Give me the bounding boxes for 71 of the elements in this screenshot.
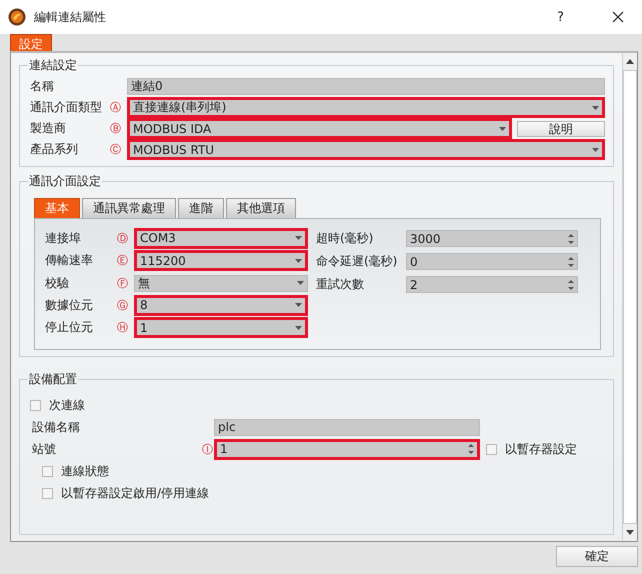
dropdown-arrow-icon [295, 303, 302, 308]
spinner-field[interactable]: 0 [406, 253, 578, 270]
dropdown-arrow-icon [295, 258, 302, 263]
field-label: 產品系列 [30, 141, 79, 158]
tab[interactable]: 通訊異常處理 [82, 198, 176, 218]
spinner-field[interactable]: 2 [406, 276, 578, 293]
marker-label: Ⓓ [117, 230, 129, 246]
group-title: 通訊介面設定 [28, 173, 102, 190]
checkbox[interactable] [42, 488, 53, 498]
field-label: 連接埠 [45, 230, 82, 247]
app-logo-icon [8, 8, 26, 26]
dropdown-arrow-icon [295, 326, 302, 330]
spinner-field[interactable]: 3000 [406, 230, 578, 247]
spinner-arrows-icon [568, 256, 574, 268]
marker-label: Ⓘ [202, 442, 214, 456]
dropdown-field[interactable]: 115200 [134, 250, 308, 272]
field-label: 校驗 [45, 274, 70, 292]
group-title: 連結設定 [28, 57, 78, 74]
text-field[interactable]: 連結0 [127, 78, 605, 95]
marker-label: Ⓑ [110, 121, 122, 136]
spinner-arrows-icon [568, 278, 574, 290]
field-label: 重試次數 [316, 276, 365, 293]
marker-label: Ⓐ [110, 100, 122, 115]
field-label: 名稱 [30, 78, 55, 95]
group-title: 設備配置 [28, 371, 78, 388]
tab[interactable]: 其他選項 [226, 198, 296, 218]
dropdown-field[interactable]: 8 [134, 294, 308, 316]
help-button[interactable]: ? [557, 10, 564, 24]
field-label: 傳輸速率 [45, 252, 94, 270]
field-label: 製造商 [30, 120, 67, 137]
checkbox-label: 次連線 [49, 396, 85, 414]
dropdown-field[interactable]: COM3 [134, 228, 308, 249]
marker-label: Ⓕ [117, 276, 129, 291]
field-label: 停止位元 [45, 319, 94, 336]
field-label: 通訊介面類型 [30, 99, 103, 116]
close-icon[interactable] [612, 11, 624, 23]
dropdown-field[interactable]: 無 [134, 274, 308, 292]
spinner-arrows-icon [568, 232, 574, 244]
window-title: 編輯連結屬性 [34, 8, 106, 26]
scroll-up-icon [626, 59, 634, 64]
field-label: 設備名稱 [31, 418, 81, 436]
field-label: 站號 [31, 440, 57, 458]
field-label: 數據位元 [45, 296, 94, 314]
dropdown-field[interactable]: 直接連線(串列埠) [127, 97, 605, 118]
ok-button[interactable]: 確定 [556, 546, 638, 567]
checkbox[interactable] [486, 444, 497, 454]
checkbox-label: 以暫存器設定啟用/停用連線 [61, 484, 210, 502]
dropdown-arrow-icon [592, 148, 599, 152]
dropdown-arrow-icon [295, 236, 302, 240]
dropdown-field[interactable]: MODBUS IDA [127, 118, 512, 139]
help-doc-button[interactable]: 說明 [517, 120, 605, 136]
checkbox-label: 連線狀態 [61, 462, 109, 480]
marker-label: Ⓗ [117, 320, 129, 336]
tab[interactable]: 進階 [178, 198, 224, 218]
marker-label: Ⓔ [117, 253, 129, 268]
spinner-arrows-icon [468, 443, 474, 455]
field-label: 超時(毫秒) [316, 230, 374, 247]
dropdown-arrow-icon [592, 106, 599, 110]
checkbox-label: 以暫存器設定 [505, 440, 577, 458]
text-field[interactable]: plc [214, 418, 480, 436]
scroll-down-icon [626, 530, 634, 535]
marker-label: Ⓖ [117, 298, 129, 313]
dropdown-field[interactable]: 1 [134, 317, 308, 338]
dropdown-field[interactable]: MODBUS RTU [127, 139, 605, 160]
spinner-field[interactable]: 1 [214, 438, 480, 460]
marker-label: Ⓒ [110, 142, 122, 157]
field-label: 命令延遲(毫秒) [316, 253, 398, 270]
dropdown-arrow-icon [499, 126, 506, 130]
dropdown-arrow-icon [297, 281, 304, 286]
checkbox[interactable] [30, 400, 41, 410]
checkbox[interactable] [42, 466, 53, 476]
